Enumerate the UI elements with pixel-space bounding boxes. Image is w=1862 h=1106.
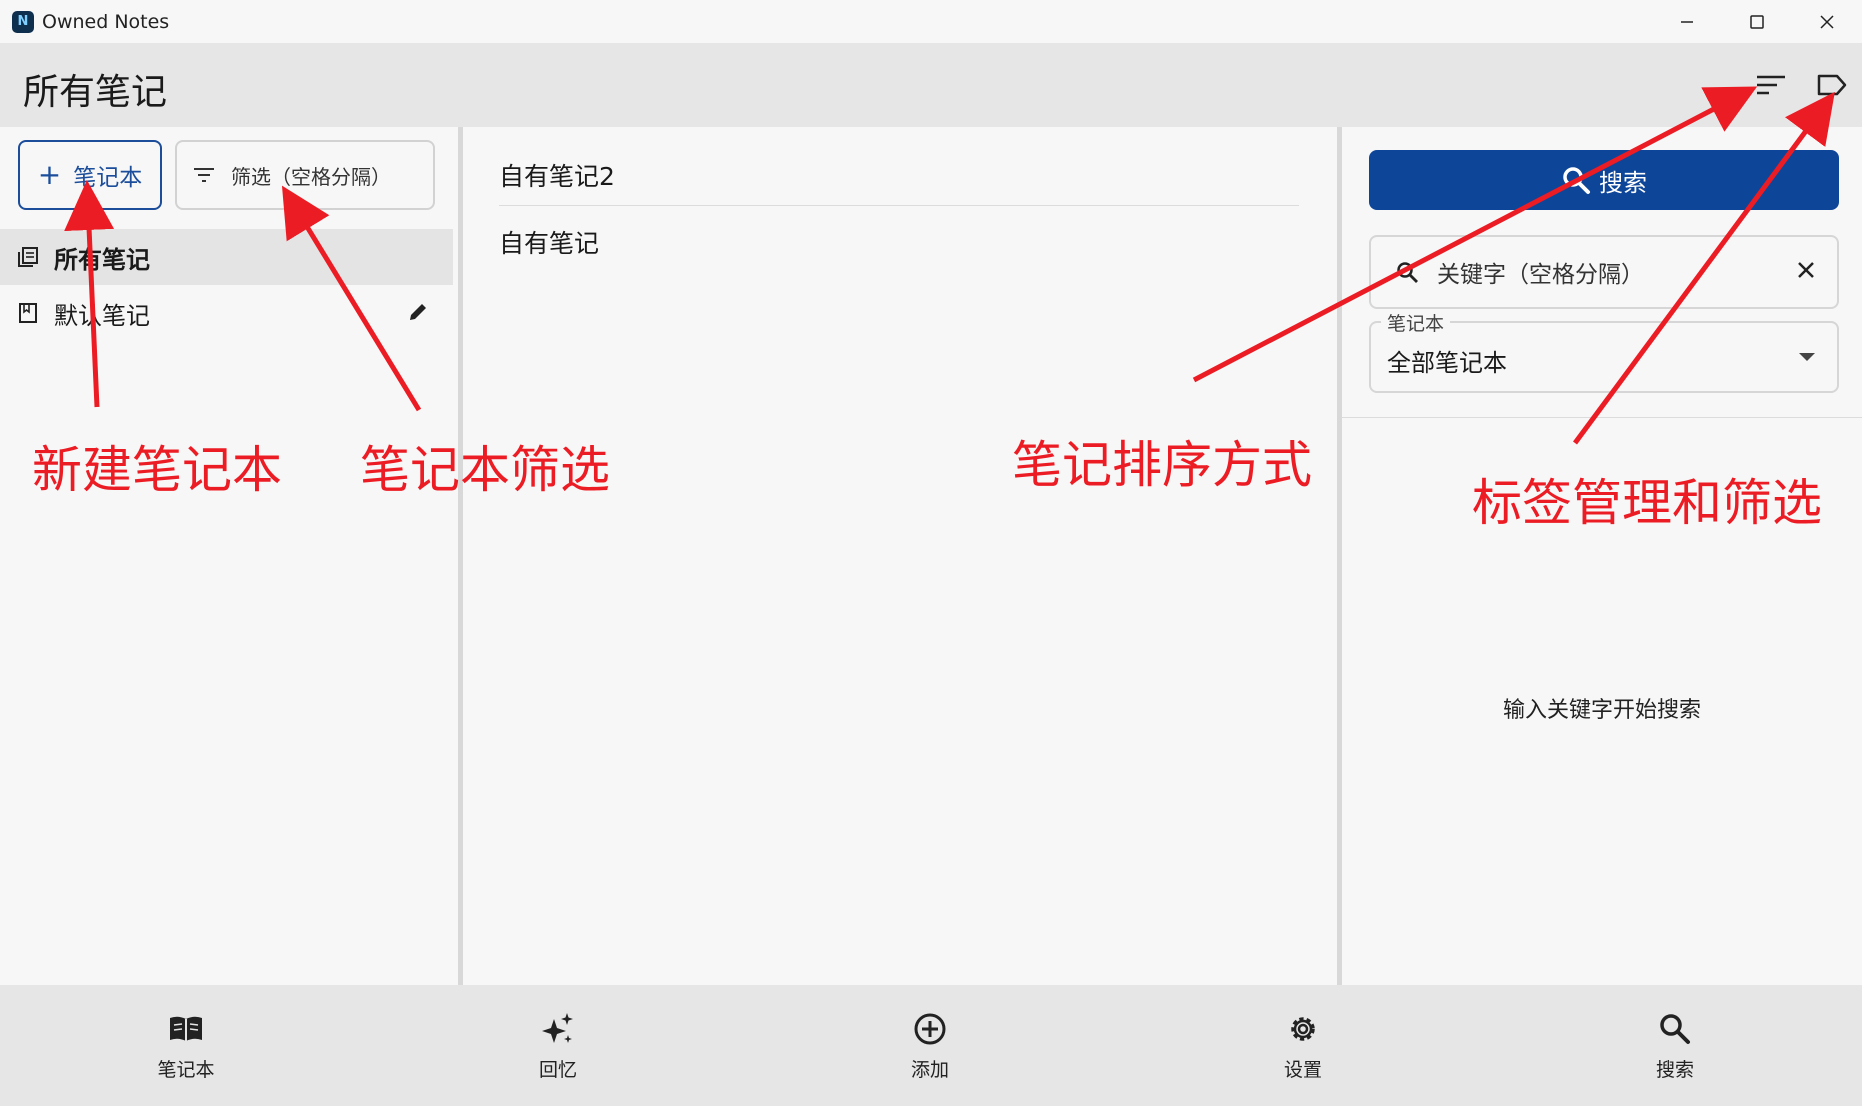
search-separator — [1342, 417, 1862, 418]
sparkle-icon — [540, 1009, 576, 1049]
filter-icon — [194, 168, 214, 182]
notebook-icon — [16, 301, 40, 325]
nav-search[interactable]: 搜索 — [1575, 985, 1775, 1106]
keyword-search-input[interactable]: 关键字（空格分隔） — [1369, 235, 1839, 309]
library-icon — [16, 245, 40, 269]
add-circle-icon — [913, 1009, 947, 1049]
notebook-select-value: 全部笔记本 — [1387, 349, 1507, 377]
note-separator — [499, 205, 1299, 206]
page-title: 所有笔记 — [23, 72, 168, 113]
book-icon — [168, 1009, 204, 1049]
notebook-panel: + 笔记本 筛选（空格分隔） 所有笔记 默认笔记 — [0, 127, 458, 985]
sort-button[interactable] — [1749, 63, 1793, 107]
notebook-label: 所有笔记 — [54, 245, 150, 274]
keyword-placeholder: 关键字（空格分隔） — [1437, 262, 1644, 288]
nav-memories[interactable]: 回忆 — [458, 985, 658, 1106]
nav-settings[interactable]: 设置 — [1203, 985, 1403, 1106]
gear-icon — [1286, 1009, 1320, 1049]
dropdown-caret-icon — [1799, 353, 1815, 361]
annotation-tags: 标签管理和筛选 — [1472, 474, 1822, 532]
search-button[interactable]: 搜索 — [1369, 150, 1839, 210]
tags-button[interactable] — [1810, 63, 1854, 107]
label-tag-icon — [1817, 74, 1847, 96]
close-window-button[interactable] — [1792, 0, 1862, 43]
maximize-button[interactable] — [1722, 0, 1792, 43]
search-icon — [1563, 167, 1590, 194]
notebook-select[interactable]: 笔记本 全部笔记本 — [1369, 309, 1839, 393]
note-list-panel: 自有笔记2 自有笔记 — [463, 127, 1337, 985]
search-icon — [1397, 262, 1418, 283]
search-icon — [1658, 1009, 1692, 1049]
minimize-icon — [1681, 20, 1693, 23]
notebook-item-default[interactable]: 默认笔记 — [0, 285, 453, 341]
app-logo-icon: N — [12, 10, 34, 33]
annotation-new-notebook: 新建笔记本 — [32, 441, 282, 499]
nav-label: 设置 — [1283, 1059, 1322, 1081]
search-hint: 输入关键字开始搜索 — [1502, 698, 1701, 723]
window-title: Owned Notes — [42, 10, 170, 33]
plus-icon: + — [37, 158, 62, 191]
minimize-button[interactable] — [1652, 0, 1722, 43]
bottom-navigation: 笔记本 回忆 添加 设置 搜索 — [0, 985, 1862, 1106]
nav-label: 笔记本 — [157, 1059, 215, 1081]
notebook-label: 默认笔记 — [54, 301, 150, 330]
pencil-icon — [410, 304, 426, 320]
annotation-notebook-filter: 笔记本筛选 — [360, 441, 610, 499]
app-bar: 所有笔记 — [0, 43, 1862, 127]
annotation-sort: 笔记排序方式 — [1012, 436, 1312, 494]
notebook-filter-input[interactable]: 筛选（空格分隔） — [175, 140, 435, 210]
new-notebook-label: 笔记本 — [73, 165, 143, 191]
nav-label: 添加 — [910, 1059, 949, 1081]
sort-icon — [1757, 75, 1785, 95]
filter-placeholder: 筛选（空格分隔） — [231, 164, 391, 189]
new-notebook-button[interactable]: + 笔记本 — [18, 140, 162, 210]
maximize-icon — [1750, 14, 1764, 29]
close-icon — [1798, 262, 1814, 278]
clear-search-button[interactable] — [1797, 261, 1815, 283]
nav-label: 回忆 — [538, 1059, 577, 1081]
nav-label: 搜索 — [1655, 1059, 1694, 1081]
edit-notebook-button[interactable] — [407, 301, 429, 329]
note-item[interactable]: 自有笔记2 — [499, 142, 1299, 208]
nav-notebooks[interactable]: 笔记本 — [86, 985, 286, 1106]
note-item[interactable]: 自有笔记 — [499, 209, 1299, 275]
nav-add[interactable]: 添加 — [830, 985, 1030, 1106]
notebook-item-all[interactable]: 所有笔记 — [0, 229, 453, 285]
close-icon — [1820, 14, 1834, 29]
notebook-select-label: 笔记本 — [1381, 309, 1451, 336]
window-titlebar: N Owned Notes — [0, 0, 1862, 43]
search-button-label: 搜索 — [1599, 168, 1647, 197]
search-panel: 搜索 关键字（空格分隔） 笔记本 全部笔记本 输入关键字开始搜索 — [1342, 127, 1862, 985]
